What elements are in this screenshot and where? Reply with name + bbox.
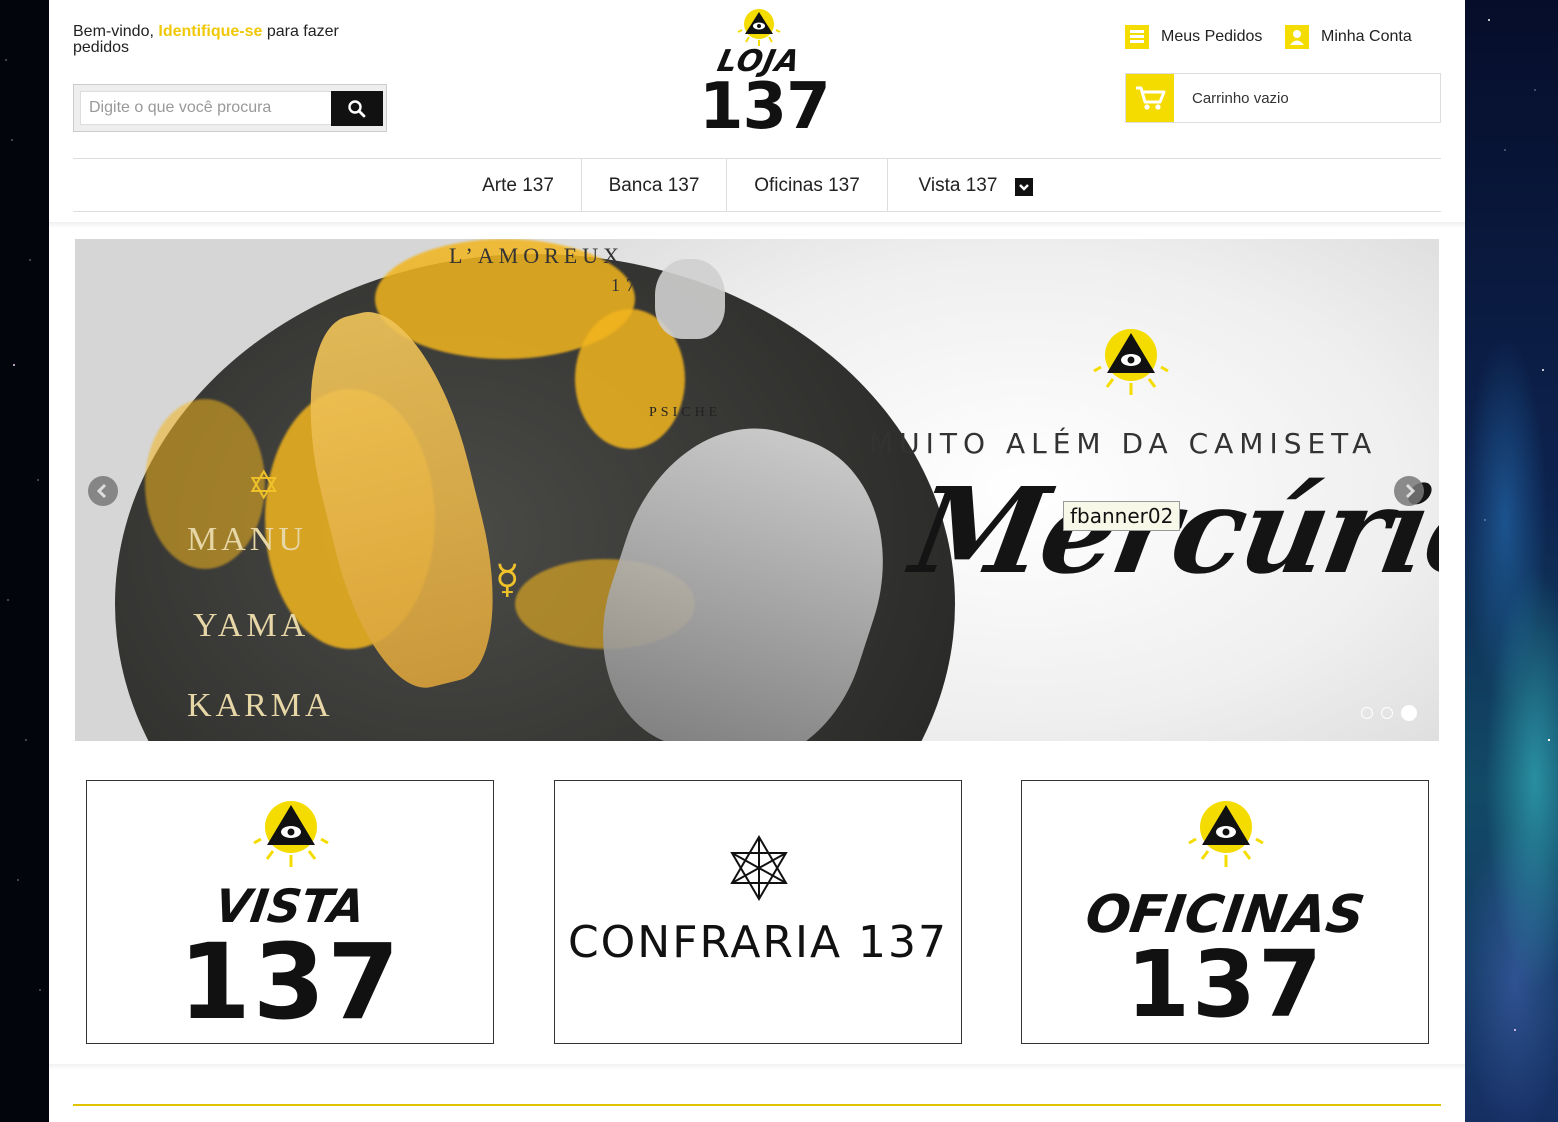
page-container: Bem-vindo, Identifique-se para fazer ped… (49, 0, 1465, 1122)
promo-tile-confraria[interactable]: CONFRARIA 137 (554, 780, 962, 1044)
nav-item-vista[interactable]: Vista 137 (888, 159, 1028, 211)
main-nav: Arte 137 Banca 137 Oficinas 137 Vista 13… (73, 158, 1441, 212)
header-shadow (49, 222, 1465, 228)
slider-dot-3[interactable] (1401, 705, 1417, 721)
space-background-left (0, 0, 49, 1122)
artwork-title: L’AMOREUX (449, 243, 624, 268)
user-icon (1285, 25, 1309, 49)
cart-status: Carrinho vazio (1192, 90, 1289, 107)
chevron-right-icon (1405, 483, 1416, 499)
slider-dot-1[interactable] (1361, 707, 1373, 719)
footer-divider (73, 1104, 1441, 1106)
vase-figure (655, 259, 725, 339)
eye-triangle-icon (253, 801, 329, 867)
site-logo[interactable]: LOJA 137 (699, 4, 831, 144)
yama-word: YAMA (193, 607, 310, 644)
nav-item-banca[interactable]: Banca 137 (582, 159, 726, 211)
tile-number: 137 (1125, 931, 1325, 1038)
slider-prev-button[interactable] (88, 476, 118, 506)
banner-title: Mercúrio (903, 461, 1439, 601)
eye-triangle-icon (737, 9, 781, 46)
eye-triangle-icon (1188, 801, 1264, 867)
artwork-caption: PSICHE (649, 405, 722, 420)
login-link[interactable]: Identifique-se (158, 23, 262, 40)
manu-word: MANU (187, 521, 307, 558)
promo-tile-oficinas[interactable]: OFICINAS 137 (1021, 780, 1429, 1044)
karma-word: KARMA (187, 687, 334, 724)
tile-number: 137 (178, 921, 402, 1043)
tile-title: CONFRARIA 137 (567, 917, 949, 968)
hero-banner-slider[interactable]: L’AMOREUX 17 PSICHE MANU YAMA KARMA ✡ ☿ … (75, 239, 1439, 741)
merkaba-icon (730, 835, 788, 901)
cart-icon (1126, 74, 1174, 122)
banner-tagline: MUITO ALÉM DA CAMISETA (869, 427, 1378, 460)
nav-item-arte[interactable]: Arte 137 (455, 159, 581, 211)
chevron-left-icon (96, 483, 107, 499)
account-links: Meus Pedidos Minha Conta (1125, 24, 1445, 50)
my-account-label: Minha Conta (1321, 28, 1412, 45)
cart-widget[interactable]: Carrinho vazio (1125, 73, 1441, 123)
space-background-right (1465, 0, 1558, 1122)
orders-list-icon (1125, 25, 1149, 49)
promo-tile-vista[interactable]: VISTA 137 (86, 780, 494, 1044)
mercury-symbol-icon: ☿ (495, 557, 520, 603)
section-shadow (49, 1064, 1465, 1070)
star-of-david-icon: ✡ (247, 463, 281, 509)
eye-triangle-icon (1093, 329, 1169, 395)
search-form (73, 84, 387, 132)
image-tooltip: fbanner02 (1063, 501, 1181, 531)
nav-item-oficinas[interactable]: Oficinas 137 (727, 159, 887, 211)
chevron-down-icon[interactable] (1015, 178, 1033, 196)
slider-next-button[interactable] (1394, 476, 1424, 506)
logo-number: 137 (699, 70, 831, 144)
search-button[interactable] (331, 91, 383, 126)
artwork-number: 17 (611, 275, 641, 295)
welcome-text: Bem-vindo, Identifique-se para fazer ped… (73, 24, 393, 56)
my-orders-label: Meus Pedidos (1161, 28, 1263, 45)
slider-dot-2[interactable] (1381, 707, 1393, 719)
welcome-prefix: Bem-vindo, (73, 23, 159, 40)
search-input[interactable] (80, 91, 332, 125)
search-icon (348, 99, 366, 117)
